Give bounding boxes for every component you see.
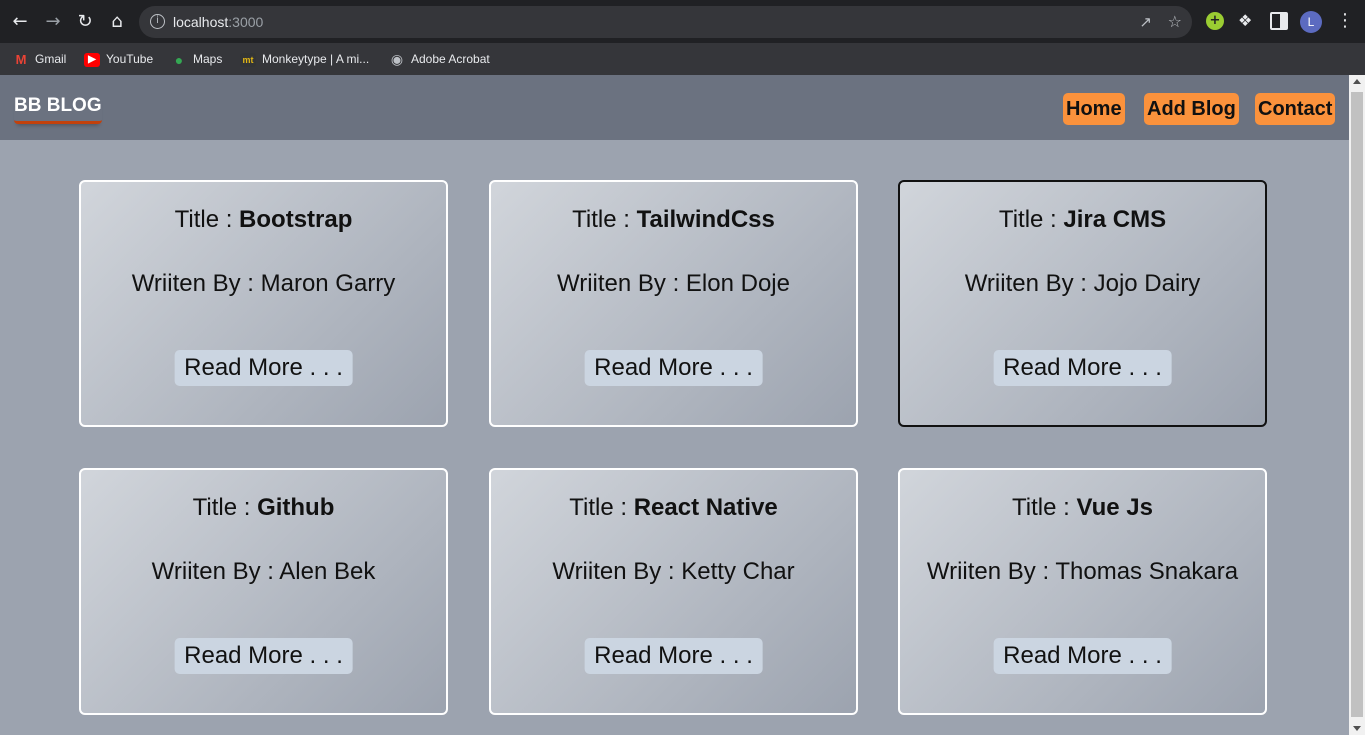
scroll-up-arrow-icon[interactable] xyxy=(1353,79,1361,84)
blog-author: Wriiten By : Alen Bek xyxy=(151,558,376,585)
bookmark-adobe-acrobat[interactable]: ◉ Adobe Acrobat xyxy=(389,50,490,68)
bookmark-monkeytype[interactable]: mt Monkeytype | A mi... xyxy=(240,50,369,68)
extensions-puzzle-icon[interactable]: ❖ xyxy=(1238,12,1256,30)
title-prefix: Title : xyxy=(998,206,1064,233)
blog-card: Title : Vue Js Wriiten By : Thomas Snaka… xyxy=(898,468,1267,715)
blog-author: Wriiten By : Ketty Char xyxy=(552,558,795,585)
blog-author: Wriiten By : Elon Doje xyxy=(557,270,790,297)
read-more-button[interactable]: Read More . . . xyxy=(584,350,763,386)
blog-title: Title : Jira CMS xyxy=(900,206,1265,234)
blog-title: Title : Github xyxy=(81,494,446,522)
address-bar[interactable]: i localhost:3000 ↗ ☆ xyxy=(139,6,1192,38)
bookmarks-bar: M Gmail ▶ YouTube ● Maps mt Monkeytype | A m… xyxy=(0,43,1365,75)
page-viewport: BB BLOG Home Add Blog Contact Title : Bo… xyxy=(0,75,1349,735)
title-prefix: Title : xyxy=(192,494,258,521)
nav-add-blog-button[interactable]: Add Blog xyxy=(1144,93,1239,125)
reload-icon[interactable]: ↻ xyxy=(74,11,96,33)
bookmark-label: YouTube xyxy=(106,52,154,66)
read-more-button[interactable]: Read More . . . xyxy=(993,350,1172,386)
youtube-icon: ▶ xyxy=(84,52,100,67)
url-text: localhost:3000 xyxy=(173,14,263,30)
blog-card: Title : Jira CMS Wriiten By : Jojo Dairy… xyxy=(898,180,1267,427)
title-prefix: Title : xyxy=(1012,494,1077,521)
title-value: Vue Js xyxy=(1076,494,1153,521)
bookmark-label: Adobe Acrobat xyxy=(411,52,490,66)
maps-pin-icon: ● xyxy=(174,51,184,68)
blog-card: Title : Github Wriiten By : Alen Bek Rea… xyxy=(79,468,448,715)
blog-title: Title : Vue Js xyxy=(900,494,1265,522)
title-value: Jira CMS xyxy=(1063,206,1167,233)
title-value: Github xyxy=(257,494,335,521)
title-prefix: Title : xyxy=(569,494,634,521)
title-value: React Native xyxy=(633,494,778,521)
extension-green-icon[interactable]: + xyxy=(1206,12,1224,30)
bookmark-gmail[interactable]: M Gmail xyxy=(13,50,67,68)
forward-arrow-icon[interactable]: → xyxy=(42,11,64,33)
nav-contact-button[interactable]: Contact xyxy=(1255,93,1336,125)
title-value: TailwindCss xyxy=(636,206,775,233)
bookmark-label: Maps xyxy=(193,52,223,66)
bookmark-youtube[interactable]: ▶ YouTube xyxy=(84,50,153,68)
back-arrow-icon[interactable]: ← xyxy=(9,11,31,33)
brand-logo[interactable]: BB BLOG xyxy=(14,95,102,124)
blog-title: Title : Bootstrap xyxy=(81,206,446,234)
blog-author: Wriiten By : Jojo Dairy xyxy=(964,270,1201,297)
title-prefix: Title : xyxy=(174,206,240,233)
url-port: :3000 xyxy=(228,14,264,30)
read-more-button[interactable]: Read More . . . xyxy=(584,638,763,674)
gmail-icon: M xyxy=(15,51,27,67)
nav-home-button[interactable]: Home xyxy=(1063,93,1125,125)
bookmark-label: Gmail xyxy=(35,52,67,66)
monkeytype-icon: mt xyxy=(240,52,256,67)
globe-icon: ◉ xyxy=(390,51,404,68)
bookmark-maps[interactable]: ● Maps xyxy=(171,50,223,68)
share-icon[interactable]: ↗ xyxy=(1139,13,1152,31)
side-panel-icon[interactable] xyxy=(1270,12,1288,30)
site-info-icon[interactable]: i xyxy=(150,14,165,29)
read-more-button[interactable]: Read More . . . xyxy=(174,638,353,674)
blog-card: Title : TailwindCss Wriiten By : Elon Do… xyxy=(489,180,858,427)
title-prefix: Title : xyxy=(572,206,637,233)
bookmark-star-icon[interactable]: ☆ xyxy=(1168,12,1182,31)
read-more-button[interactable]: Read More . . . xyxy=(174,350,353,386)
blog-card: Title : Bootstrap Wriiten By : Maron Gar… xyxy=(79,180,448,427)
page-scrollbar[interactable] xyxy=(1349,75,1365,735)
blog-author: Wriiten By : Thomas Snakara xyxy=(926,558,1239,585)
profile-avatar[interactable]: L xyxy=(1300,11,1322,33)
scrollbar-thumb[interactable] xyxy=(1351,92,1363,717)
browser-toolbar: ← → ↻ ⌂ i localhost:3000 ↗ ☆ + ❖ L ⋮ xyxy=(0,0,1365,43)
bookmark-label: Monkeytype | A mi... xyxy=(262,52,370,66)
url-host: localhost xyxy=(173,14,229,30)
blog-title: Title : TailwindCss xyxy=(491,206,856,234)
title-value: Bootstrap xyxy=(239,206,353,233)
home-icon[interactable]: ⌂ xyxy=(106,11,128,33)
read-more-button[interactable]: Read More . . . xyxy=(993,638,1172,674)
site-navbar: BB BLOG Home Add Blog Contact xyxy=(0,75,1349,140)
blog-author: Wriiten By : Maron Garry xyxy=(131,270,396,297)
blog-title: Title : React Native xyxy=(491,494,856,522)
more-menu-icon[interactable]: ⋮ xyxy=(1336,12,1354,30)
blog-card: Title : React Native Wriiten By : Ketty … xyxy=(489,468,858,715)
scroll-down-arrow-icon[interactable] xyxy=(1353,726,1361,731)
